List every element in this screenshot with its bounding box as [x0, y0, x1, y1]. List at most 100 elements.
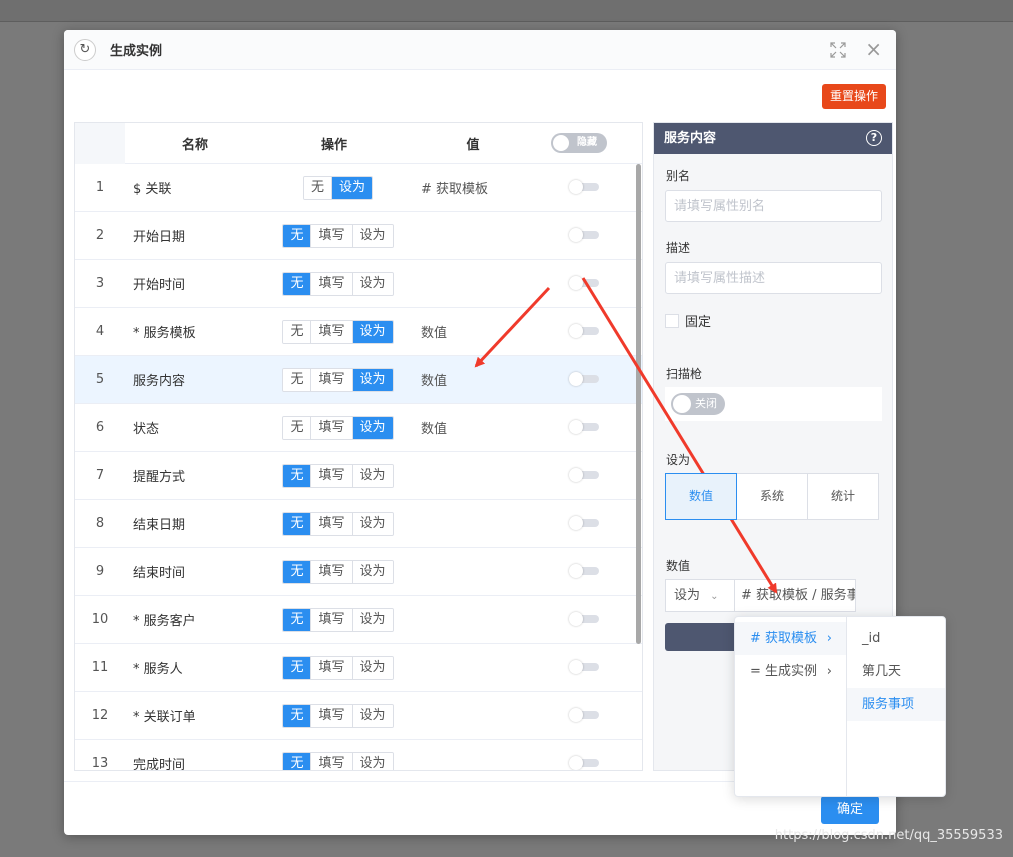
- op-option[interactable]: 无: [283, 608, 311, 631]
- op-option[interactable]: 无: [283, 512, 311, 535]
- row-index: 11: [91, 660, 109, 675]
- op-option[interactable]: 无: [283, 560, 311, 583]
- row-hide-toggle[interactable]: [569, 180, 599, 194]
- op-option[interactable]: 设为: [351, 656, 393, 679]
- desc-label: 描述: [666, 241, 691, 255]
- op-option[interactable]: 设为: [351, 320, 393, 343]
- hide-all-toggle[interactable]: 隐藏: [551, 133, 607, 153]
- op-option[interactable]: 填写: [310, 656, 352, 679]
- help-icon[interactable]: ?: [866, 130, 882, 146]
- cascader-item-day[interactable]: 第几天: [847, 655, 945, 688]
- row-hide-toggle[interactable]: [569, 660, 599, 674]
- cascader-item-template[interactable]: # 获取模板 ›: [735, 622, 846, 655]
- chevron-down-icon: ⌄: [710, 591, 719, 602]
- fixed-checkbox[interactable]: [665, 313, 679, 328]
- row-hide-toggle[interactable]: [569, 324, 599, 338]
- scanner-toggle[interactable]: 关闭: [671, 393, 725, 415]
- row-hide-toggle[interactable]: [569, 276, 599, 290]
- row-name: 开始时间: [133, 278, 186, 293]
- close-icon[interactable]: ×: [865, 39, 882, 59]
- row-hide-toggle[interactable]: [569, 372, 599, 386]
- row-hide-toggle[interactable]: [569, 564, 599, 578]
- op-option[interactable]: 设为: [351, 224, 393, 247]
- op-option[interactable]: 无: [283, 320, 311, 343]
- op-option[interactable]: 设为: [351, 272, 393, 295]
- op-option[interactable]: 无: [283, 752, 311, 770]
- cascader-item-label: = 生成实例: [750, 664, 818, 679]
- reset-button[interactable]: 重置操作: [821, 84, 886, 109]
- confirm-button[interactable]: 确定: [821, 796, 879, 824]
- op-option[interactable]: 无: [283, 464, 311, 487]
- header-index-cell: [75, 123, 125, 164]
- dialog-title: 生成实例: [110, 44, 163, 59]
- op-option[interactable]: 设为: [351, 560, 393, 583]
- op-option[interactable]: 无: [283, 416, 311, 439]
- op-segment: 无填写 设为: [282, 463, 394, 488]
- fixed-checkbox-row[interactable]: 固定: [665, 311, 711, 330]
- op-option[interactable]: 设为: [351, 704, 393, 727]
- op-option[interactable]: 填写: [310, 752, 352, 770]
- row-name: 完成时间: [133, 758, 186, 771]
- op-option[interactable]: 无: [283, 224, 311, 247]
- row-hide-toggle[interactable]: [569, 708, 599, 722]
- op-option[interactable]: 填写: [310, 560, 352, 583]
- op-option[interactable]: 设为: [351, 752, 393, 770]
- cascader-item-instance[interactable]: = 生成实例 ›: [735, 655, 846, 688]
- op-option[interactable]: 设为: [351, 464, 393, 487]
- set-option-stat[interactable]: 统计: [807, 473, 879, 520]
- op-segment: 无填写 设为: [282, 271, 394, 296]
- row-hide-toggle[interactable]: [569, 468, 599, 482]
- row-hide-toggle[interactable]: [569, 756, 599, 770]
- op-option[interactable]: 填写: [310, 368, 352, 391]
- value-mode-select[interactable]: 设为 ⌄: [665, 579, 735, 612]
- set-option-value[interactable]: 数值: [665, 473, 737, 520]
- cascader-item-id[interactable]: _id: [847, 622, 945, 655]
- row-index: 9: [95, 564, 105, 579]
- op-option[interactable]: 无: [283, 368, 311, 391]
- op-option[interactable]: 设为: [351, 368, 393, 391]
- desc-input[interactable]: [665, 262, 882, 294]
- cascader-item-service[interactable]: 服务事项: [847, 688, 945, 721]
- op-option[interactable]: 填写: [310, 704, 352, 727]
- op-option[interactable]: 填写: [310, 320, 352, 343]
- op-option[interactable]: 填写: [310, 512, 352, 535]
- row-hide-toggle[interactable]: [569, 612, 599, 626]
- op-segment: 无填写 设为: [282, 751, 394, 770]
- backdrop-bar: [0, 0, 1013, 22]
- row-op-cell: 无填写 设为: [275, 463, 401, 488]
- op-option[interactable]: 填写: [310, 224, 352, 247]
- row-hide-toggle[interactable]: [569, 516, 599, 530]
- op-option[interactable]: 设为: [351, 608, 393, 631]
- value-path-select[interactable]: # 获取模板 / 服务事项: [735, 579, 856, 612]
- alias-input[interactable]: [665, 190, 882, 222]
- op-option[interactable]: 设为: [351, 416, 393, 439]
- op-option[interactable]: 无: [283, 704, 311, 727]
- op-option[interactable]: 无: [303, 176, 331, 199]
- op-option[interactable]: 无: [283, 272, 311, 295]
- maximize-icon[interactable]: [830, 42, 846, 58]
- op-option[interactable]: 设为: [351, 512, 393, 535]
- row-hide-toggle[interactable]: [569, 228, 599, 242]
- chevron-right-icon: ›: [826, 664, 832, 679]
- table-row: 13 完成时间 无填写 设为: [75, 740, 642, 771]
- set-option-system[interactable]: 系统: [736, 473, 808, 520]
- table-scrollbar[interactable]: [636, 164, 641, 644]
- cascader-item-label: # 获取模板: [750, 631, 818, 646]
- table-row: 10 * 服务客户 无填写 设为: [75, 596, 642, 644]
- op-segment: 无填写 设为: [282, 415, 394, 440]
- op-segment: 无填写 设为: [282, 703, 394, 728]
- row-op-cell: 无设为: [275, 175, 401, 200]
- alias-label: 别名: [666, 169, 691, 183]
- row-hide-toggle[interactable]: [569, 420, 599, 434]
- op-option[interactable]: 设为: [331, 176, 373, 199]
- op-option[interactable]: 填写: [310, 464, 352, 487]
- op-option[interactable]: 填写: [310, 608, 352, 631]
- op-segment: 无设为: [302, 175, 374, 200]
- refresh-icon[interactable]: ↻: [74, 38, 96, 61]
- row-name: 结束时间: [133, 566, 186, 581]
- value-row: 设为 ⌄ # 获取模板 / 服务事项: [665, 579, 856, 612]
- op-option[interactable]: 无: [283, 656, 311, 679]
- op-option[interactable]: 填写: [310, 416, 352, 439]
- row-op-cell: 无填写 设为: [275, 271, 401, 296]
- op-option[interactable]: 填写: [310, 272, 352, 295]
